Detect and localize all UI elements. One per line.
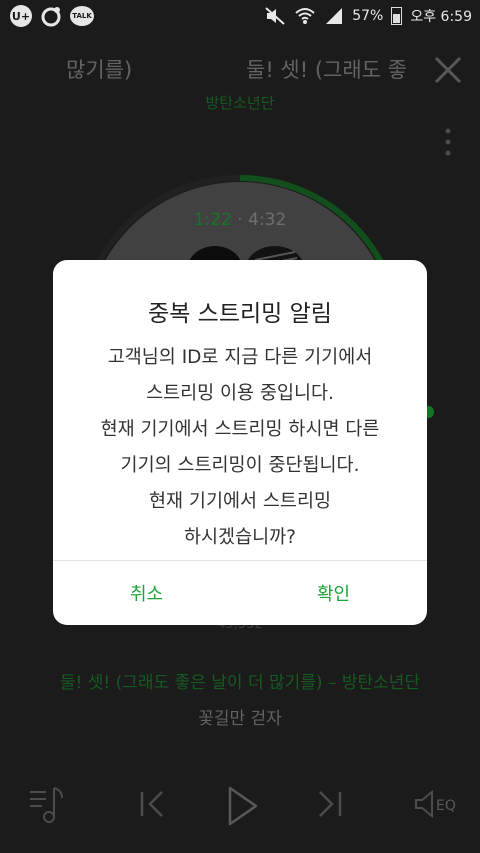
dialog-line: 현재 기기에서 스트리밍 하시면 다른 [100, 419, 380, 440]
dialog-line: 스트리밍 이용 중입니다. [146, 383, 334, 404]
dialog-title: 중복 스트리밍 알림 [148, 301, 332, 327]
dialog-line: 고객님의 ID로 지금 다른 기기에서 [107, 347, 373, 368]
battery-percent: 57% [352, 8, 384, 24]
status-bar: U+ TALK 57% 오후 6:59 [0, 0, 480, 34]
uplus-icon: U+ [10, 5, 32, 27]
dialog-line: 현재 기기에서 스트리밍 [149, 491, 331, 512]
circle-app-icon [41, 7, 61, 27]
duplicate-streaming-dialog: 중복 스트리밍 알림 고객님의 ID로 지금 다른 기기에서 스트리밍 이용 중… [53, 260, 427, 625]
dialog-line: 기기의 스트리밍이 중단됩니다. [120, 455, 360, 476]
dialog-line: 하시겠습니까? [184, 527, 296, 548]
battery-icon [391, 7, 403, 25]
clock: 오후 6:59 [410, 9, 472, 25]
confirm-button[interactable]: 확인 [240, 561, 427, 625]
wifi-icon [295, 8, 315, 24]
dialog-message: 고객님의 ID로 지금 다른 기기에서 스트리밍 이용 중입니다. 현재 기기에… [53, 340, 427, 556]
signal-icon [326, 8, 343, 24]
mute-icon [265, 7, 285, 25]
talk-icon: TALK [70, 6, 94, 26]
cancel-button[interactable]: 취소 [53, 561, 240, 625]
